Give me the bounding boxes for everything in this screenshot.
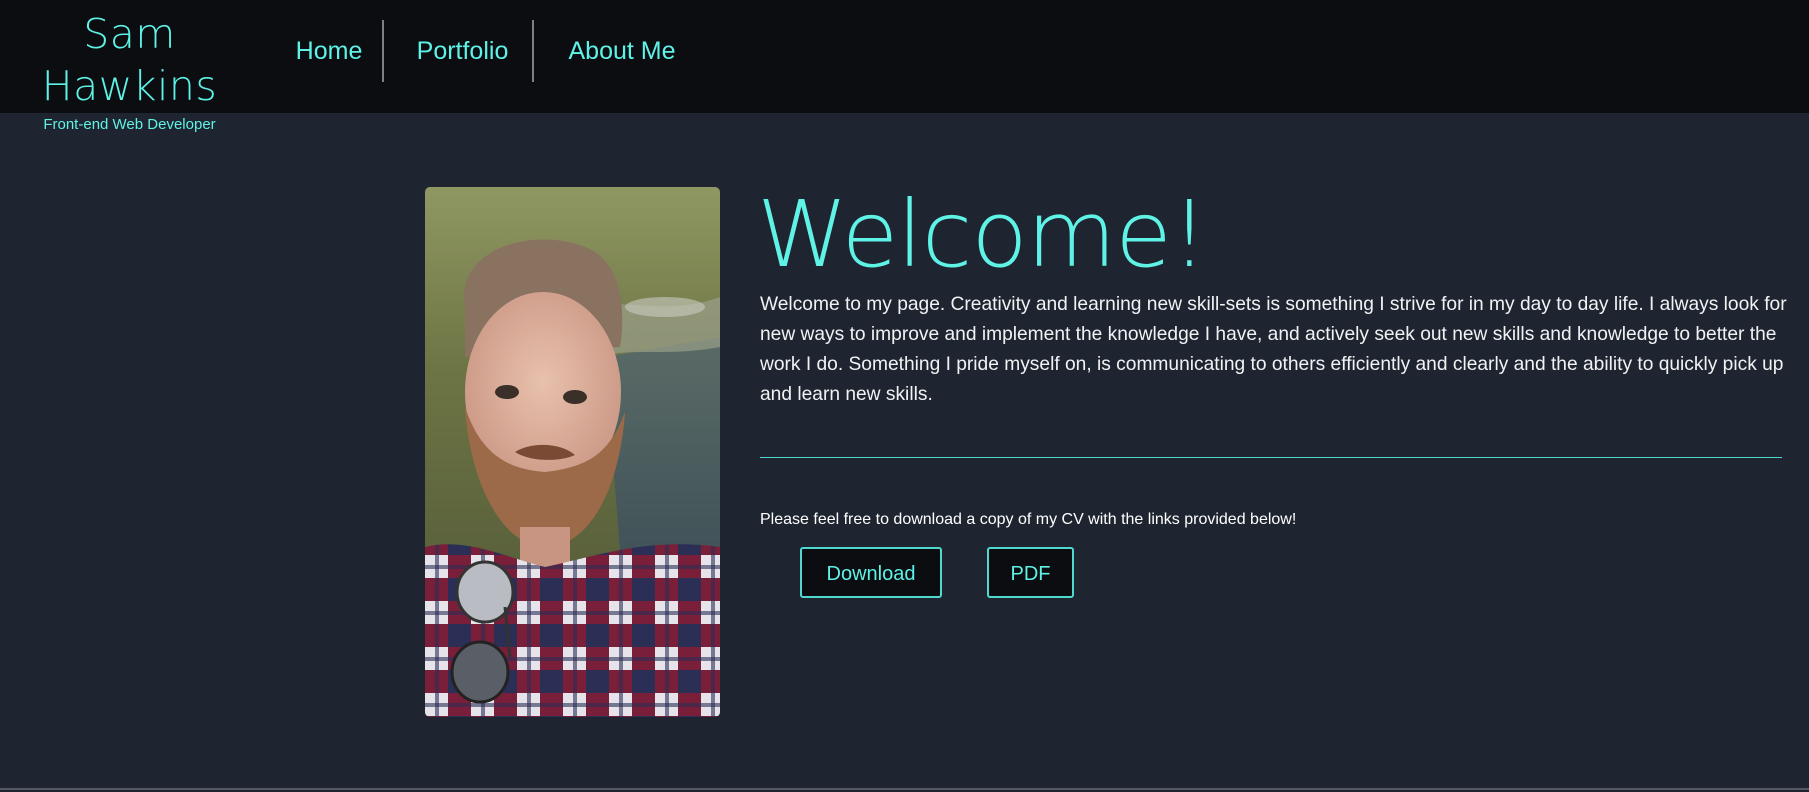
cv-text: Please feel free to download a copy of m… <box>760 511 1297 528</box>
footer-divider <box>0 788 1809 790</box>
profile-photo-image <box>425 187 720 717</box>
brand-subtitle: Front-end Web Developer <box>43 116 216 133</box>
brand[interactable]: Sam Hawkins Front-end Web Developer <box>12 8 247 135</box>
welcome-title: Welcome! <box>757 181 1208 288</box>
brand-name: Sam Hawkins <box>41 10 218 110</box>
nav-divider <box>532 20 534 82</box>
download-button[interactable]: Download <box>800 547 942 598</box>
nav-divider <box>382 20 384 82</box>
top-navbar: Sam Hawkins Front-end Web Developer Home… <box>0 0 1809 133</box>
nav-portfolio[interactable]: Portfolio <box>410 20 515 82</box>
section-divider <box>760 457 1782 458</box>
nav-about-me[interactable]: About Me <box>560 20 684 82</box>
pdf-button[interactable]: PDF <box>987 547 1074 598</box>
intro-paragraph: Welcome to my page. Creativity and learn… <box>760 294 1787 405</box>
nav-home[interactable]: Home <box>285 20 373 82</box>
profile-photo <box>425 187 720 717</box>
